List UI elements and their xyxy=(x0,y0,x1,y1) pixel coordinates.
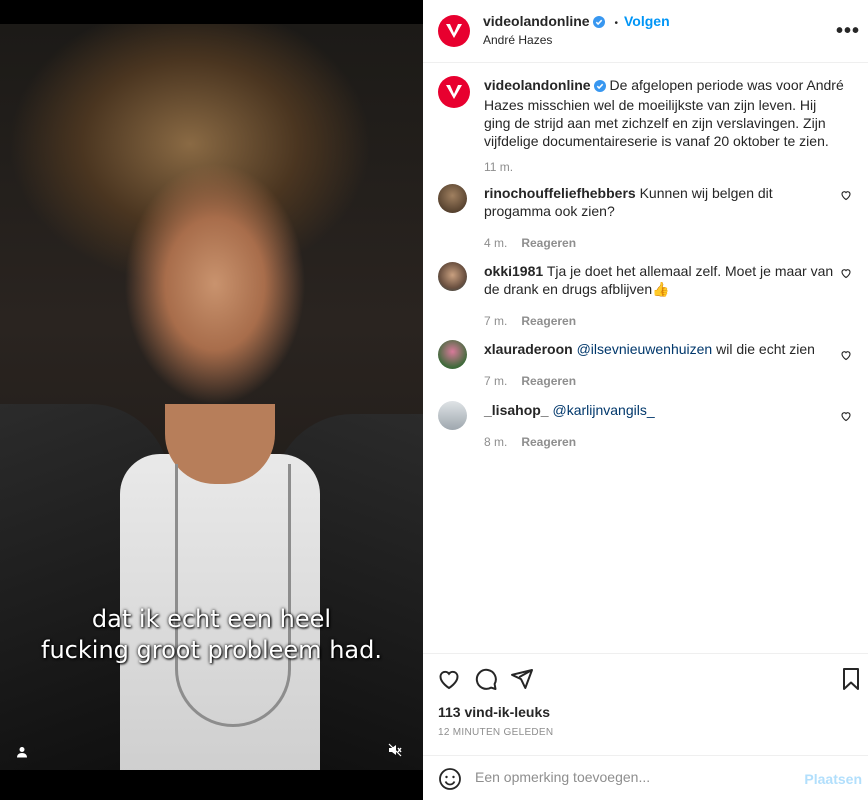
subtitle-line-2: fucking groot probleem had. xyxy=(41,636,382,664)
comment-button[interactable] xyxy=(474,667,498,696)
comment-avatar[interactable] xyxy=(438,262,467,291)
heart-icon xyxy=(841,351,851,361)
caption-time: 11 m. xyxy=(484,160,514,174)
user-icon xyxy=(17,747,27,758)
comment-input[interactable] xyxy=(473,768,777,786)
heart-icon xyxy=(841,269,851,279)
comment-like-button[interactable] xyxy=(840,409,852,427)
subtitle-line-1: dat ik echt een heel xyxy=(91,605,332,633)
reply-button[interactable]: Reageren xyxy=(521,314,576,328)
comment-body: xlauraderoon @ilsevnieuwenhuizen wil die… xyxy=(484,340,834,390)
like-button[interactable] xyxy=(437,667,461,696)
follow-button[interactable]: Volgen xyxy=(624,13,670,29)
comment-meta: 8 m. Reageren xyxy=(484,433,834,451)
comment-body: rinochouffeliefhebbers Kunnen wij belgen… xyxy=(484,184,834,252)
comment-like-button[interactable] xyxy=(840,266,852,284)
post-actions: 113 vind-ik-leuks 12 MINUTEN GELEDEN Pla… xyxy=(423,653,868,801)
heart-icon xyxy=(841,412,851,422)
videoland-logo-icon xyxy=(446,85,462,99)
comment-time: 7 m. xyxy=(484,314,508,328)
post-media[interactable]: dat ik echt een heel fucking groot probl… xyxy=(0,0,423,800)
videoland-logo-icon xyxy=(446,24,462,38)
heart-icon xyxy=(439,670,459,690)
header-subtitle: André Hazes xyxy=(483,33,553,47)
comment-mention[interactable]: @karlijnvangils_ xyxy=(552,402,654,418)
comment-time: 8 m. xyxy=(484,435,508,449)
comment-meta: 7 m. Reageren xyxy=(484,312,834,330)
verified-badge-icon xyxy=(593,78,606,96)
bookmark-icon xyxy=(843,668,859,690)
add-comment-bar: Plaatsen xyxy=(423,755,868,802)
comment-meta: 4 m. Reageren xyxy=(484,234,834,252)
post-time[interactable]: 12 MINUTEN GELEDEN xyxy=(438,727,553,738)
comment-username[interactable]: _lisahop_ xyxy=(484,402,549,418)
comment-bubble-icon xyxy=(475,668,497,690)
comment-like-button[interactable] xyxy=(840,348,852,366)
caption-avatar[interactable] xyxy=(438,76,470,108)
share-button[interactable] xyxy=(510,667,534,696)
comment-username[interactable]: xlauraderoon xyxy=(484,341,573,357)
reply-button[interactable]: Reageren xyxy=(521,435,576,449)
comment-avatar[interactable] xyxy=(438,340,467,369)
comment-text: wil die echt zien xyxy=(712,341,815,357)
caption-text-block: videolandonline De afgelopen periode was… xyxy=(484,76,844,176)
header-title-row: videolandonline • Volgen xyxy=(483,13,670,31)
reply-button[interactable]: Reageren xyxy=(521,236,576,250)
comment-mention[interactable]: @ilsevnieuwenhuizen xyxy=(577,341,713,357)
comment-avatar[interactable] xyxy=(438,184,467,213)
verified-badge-icon xyxy=(592,15,605,31)
likes-count[interactable]: 113 vind-ik-leuks xyxy=(438,704,550,720)
comment-meta: 7 m. Reageren xyxy=(484,372,834,390)
header-avatar[interactable] xyxy=(438,15,470,47)
tagged-users-button[interactable] xyxy=(9,739,35,765)
more-options-button[interactable]: ••• xyxy=(836,20,860,43)
comment-like-button[interactable] xyxy=(840,188,852,206)
save-button[interactable] xyxy=(841,667,861,696)
comment-time: 7 m. xyxy=(484,374,508,388)
speaker-muted-icon xyxy=(388,743,402,757)
emoji-button[interactable] xyxy=(438,767,462,796)
comment-avatar[interactable] xyxy=(438,401,467,430)
mute-button[interactable] xyxy=(382,737,408,763)
post-comment-button[interactable]: Plaatsen xyxy=(804,771,862,787)
post-header: videolandonline • Volgen André Hazes ••• xyxy=(423,0,868,63)
video-subtitle: dat ik echt een heel fucking groot probl… xyxy=(0,604,423,666)
video-frame[interactable]: dat ik echt een heel fucking groot probl… xyxy=(0,24,423,770)
header-separator: • xyxy=(614,18,618,29)
heart-icon xyxy=(841,191,851,201)
smiley-icon xyxy=(439,768,461,790)
comment-username[interactable]: rinochouffeliefhebbers xyxy=(484,185,636,201)
header-username[interactable]: videolandonline xyxy=(483,13,590,29)
comment-time: 4 m. xyxy=(484,236,508,250)
comment-body: _lisahop_ @karlijnvangils_ 8 m. Reageren xyxy=(484,401,834,451)
comment-username[interactable]: okki1981 xyxy=(484,263,543,279)
comment-body: okki1981 Tja je doet het allemaal zelf. … xyxy=(484,262,834,330)
post-panel: videolandonline • Volgen André Hazes ••• … xyxy=(423,0,868,800)
caption-username[interactable]: videolandonline xyxy=(484,77,591,93)
video-chain xyxy=(175,464,291,727)
reply-button[interactable]: Reageren xyxy=(521,374,576,388)
paper-plane-icon xyxy=(511,669,533,689)
